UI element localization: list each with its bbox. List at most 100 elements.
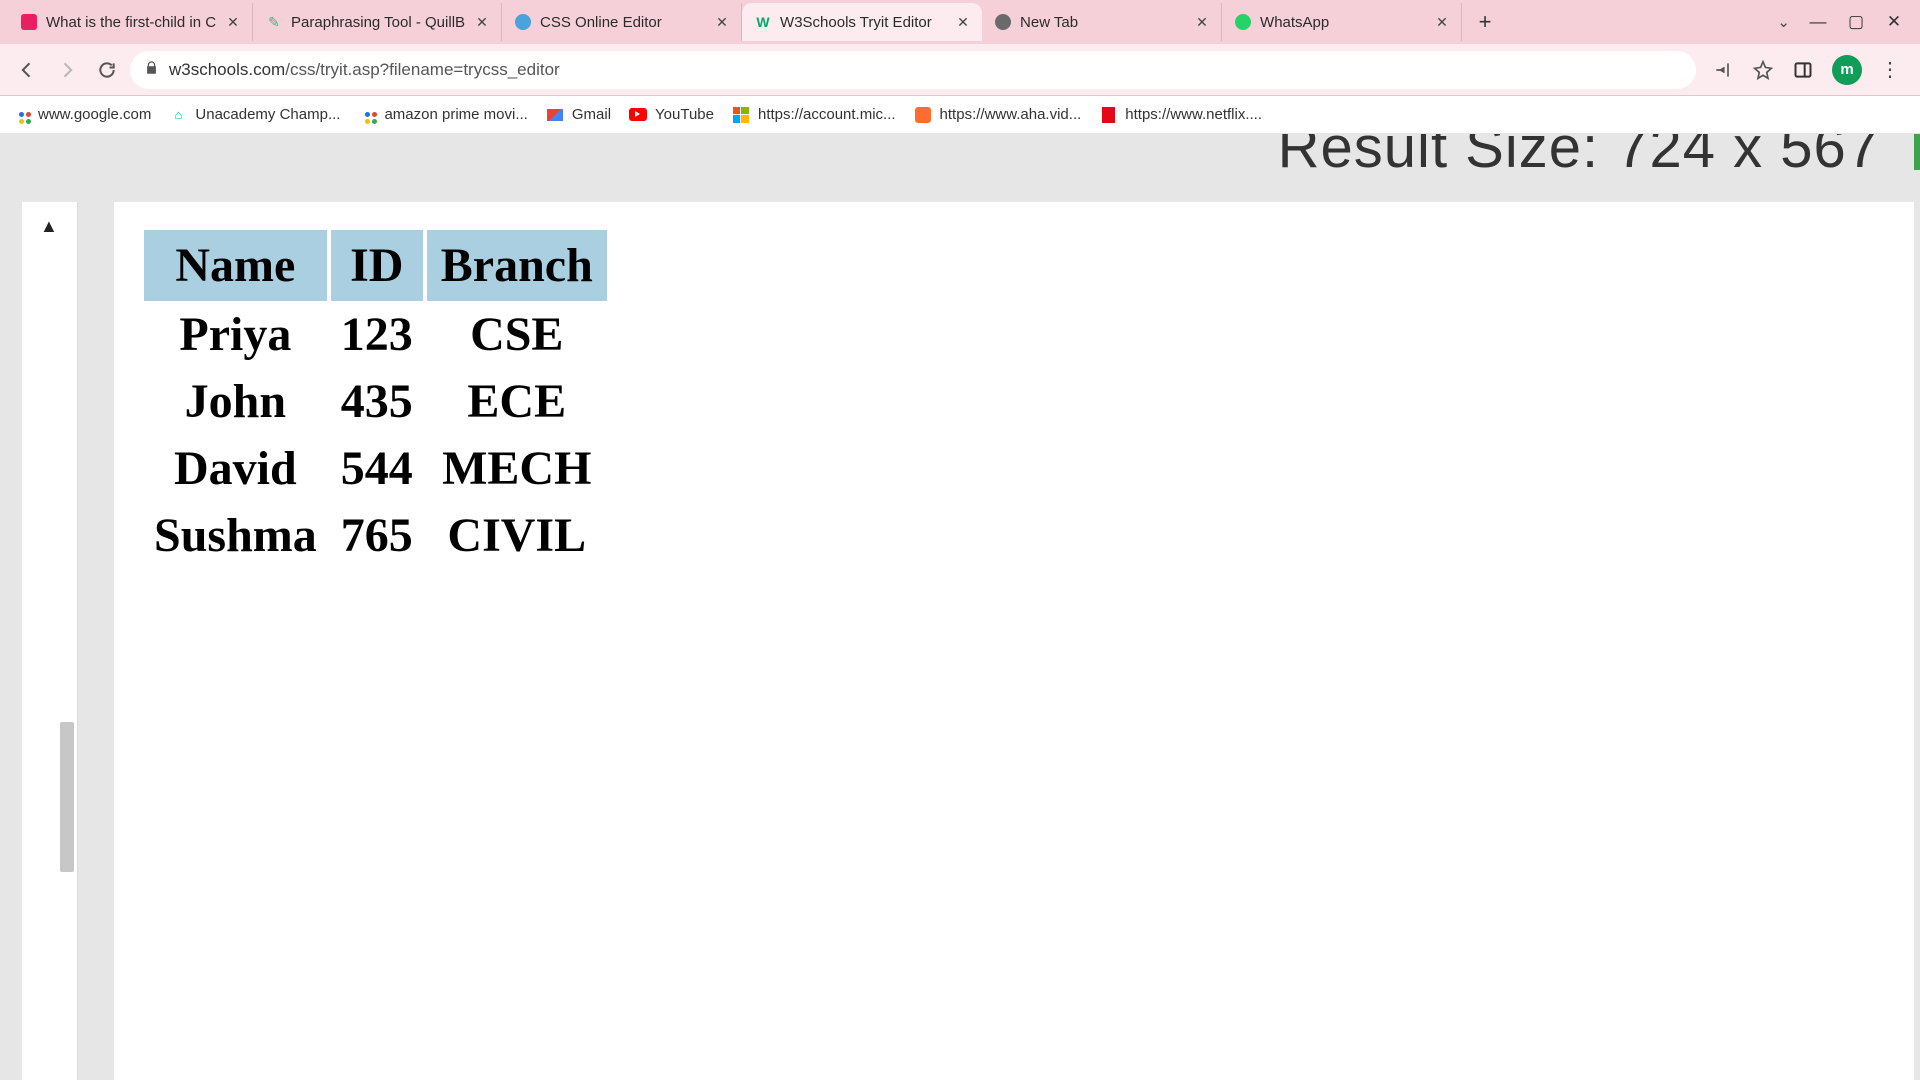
tab-bar: What is the first-child in C ✕ ✎ Paraphr…: [0, 0, 1920, 44]
tab-title: W3Schools Tryit Editor: [780, 14, 946, 31]
bookmark-amazon[interactable]: amazon prime movi...: [358, 106, 527, 124]
editor-side-gutter: ▲: [22, 202, 78, 1080]
favicon-icon: W: [754, 13, 772, 31]
gmail-icon: [546, 106, 564, 124]
new-tab-button[interactable]: +: [1470, 7, 1500, 37]
bookmark-microsoft[interactable]: https://account.mic...: [732, 106, 896, 124]
aha-icon: [914, 106, 932, 124]
tab-new[interactable]: New Tab ✕: [982, 3, 1222, 41]
cell-branch: MECH: [427, 435, 607, 502]
bookmark-label: https://www.netflix....: [1125, 106, 1262, 123]
cell-id: 765: [331, 502, 423, 569]
share-icon[interactable]: [1712, 59, 1734, 81]
bookmark-label: amazon prime movi...: [384, 106, 527, 123]
youtube-icon: [629, 106, 647, 124]
bookmark-label: https://www.aha.vid...: [940, 106, 1082, 123]
window-controls: ⌄ — ▢ ✕: [1777, 12, 1920, 32]
toolbar-right: m ⋮: [1702, 55, 1910, 85]
bookmark-label: www.google.com: [38, 106, 151, 123]
bookmark-google[interactable]: www.google.com: [12, 106, 151, 124]
bookmark-label: Gmail: [572, 106, 611, 123]
favicon-icon: ✎: [265, 13, 283, 31]
page-content: Result Size: 724 x 567 ▲ Name ID Branch …: [0, 134, 1920, 1080]
lock-icon: [144, 60, 159, 79]
favicon-icon: [20, 13, 38, 31]
bookmark-label: Unacademy Champ...: [195, 106, 340, 123]
result-pane: Name ID Branch Priya 123 CSE John 435 EC…: [114, 202, 1914, 1080]
reload-button[interactable]: [90, 53, 124, 87]
bookmark-youtube[interactable]: YouTube: [629, 106, 714, 124]
bookmark-label: YouTube: [655, 106, 714, 123]
cell-branch: CSE: [427, 301, 607, 368]
table-header-row: Name ID Branch: [144, 230, 607, 301]
close-icon[interactable]: ✕: [1433, 13, 1451, 31]
tab-title: What is the first-child in C: [46, 14, 216, 31]
favicon-icon: [1234, 13, 1252, 31]
minimize-button[interactable]: —: [1808, 12, 1828, 32]
favicon-icon: [514, 13, 532, 31]
result-size-label: Result Size: 724 x 567: [1278, 134, 1880, 181]
url-path: /css/tryit.asp?filename=trycss_editor: [285, 60, 559, 79]
cell-name: John: [144, 368, 327, 435]
close-icon[interactable]: ✕: [954, 13, 972, 31]
close-icon[interactable]: ✕: [713, 13, 731, 31]
google-icon: [358, 106, 376, 124]
cell-name: Priya: [144, 301, 327, 368]
bookmark-gmail[interactable]: Gmail: [546, 106, 611, 124]
url-text: w3schools.com/css/tryit.asp?filename=try…: [169, 60, 1682, 80]
avatar[interactable]: m: [1832, 55, 1862, 85]
table-row: David 544 MECH: [144, 435, 607, 502]
bookmark-aha[interactable]: https://www.aha.vid...: [914, 106, 1082, 124]
cell-id: 123: [331, 301, 423, 368]
close-icon[interactable]: ✕: [1193, 13, 1211, 31]
cell-branch: CIVIL: [427, 502, 607, 569]
close-icon[interactable]: ✕: [473, 13, 491, 31]
table-row: Sushma 765 CIVIL: [144, 502, 607, 569]
tab-css-editor[interactable]: CSS Online Editor ✕: [502, 3, 742, 41]
tab-whatsapp[interactable]: WhatsApp ✕: [1222, 3, 1462, 41]
tab-quillbot[interactable]: ✎ Paraphrasing Tool - QuillB ✕: [253, 3, 502, 41]
netflix-icon: [1099, 106, 1117, 124]
unacademy-icon: ⌂: [169, 106, 187, 124]
col-id: ID: [331, 230, 423, 301]
sidepanel-icon[interactable]: [1792, 59, 1814, 81]
bookmark-star-icon[interactable]: [1752, 59, 1774, 81]
menu-icon[interactable]: ⋮: [1880, 57, 1900, 82]
table-row: Priya 123 CSE: [144, 301, 607, 368]
back-button[interactable]: [10, 53, 44, 87]
chevron-down-icon[interactable]: ⌄: [1777, 13, 1790, 31]
cell-name: Sushma: [144, 502, 327, 569]
google-icon: [12, 106, 30, 124]
address-bar[interactable]: w3schools.com/css/tryit.asp?filename=try…: [130, 51, 1696, 89]
table-row: John 435 ECE: [144, 368, 607, 435]
bookmark-netflix[interactable]: https://www.netflix....: [1099, 106, 1262, 124]
cell-id: 544: [331, 435, 423, 502]
tab-title: CSS Online Editor: [540, 14, 705, 31]
favicon-icon: [994, 13, 1012, 31]
microsoft-icon: [732, 106, 750, 124]
maximize-button[interactable]: ▢: [1846, 12, 1866, 32]
tab-title: WhatsApp: [1260, 14, 1425, 31]
tab-title: New Tab: [1020, 14, 1185, 31]
col-name: Name: [144, 230, 327, 301]
close-icon[interactable]: ✕: [224, 13, 242, 31]
col-branch: Branch: [427, 230, 607, 301]
result-table: Name ID Branch Priya 123 CSE John 435 EC…: [140, 230, 611, 569]
forward-button[interactable]: [50, 53, 84, 87]
toolbar: w3schools.com/css/tryit.asp?filename=try…: [0, 44, 1920, 96]
tab-w3schools[interactable]: W W3Schools Tryit Editor ✕: [742, 3, 982, 41]
close-window-button[interactable]: ✕: [1884, 12, 1904, 32]
cell-name: David: [144, 435, 327, 502]
scrollbar-thumb[interactable]: [1914, 134, 1920, 170]
scrollbar-thumb[interactable]: [60, 722, 74, 872]
bookmark-label: https://account.mic...: [758, 106, 896, 123]
collapse-up-icon[interactable]: ▲: [40, 216, 58, 237]
editor-layout: ▲ Name ID Branch Priya 123 CSE: [22, 202, 1914, 1080]
cell-branch: ECE: [427, 368, 607, 435]
url-domain: w3schools.com: [169, 60, 285, 79]
tab-firstchild[interactable]: What is the first-child in C ✕: [8, 3, 253, 41]
bookmarks-bar: www.google.com ⌂ Unacademy Champ... amaz…: [0, 96, 1920, 134]
cell-id: 435: [331, 368, 423, 435]
tab-title: Paraphrasing Tool - QuillB: [291, 14, 465, 31]
bookmark-unacademy[interactable]: ⌂ Unacademy Champ...: [169, 106, 340, 124]
